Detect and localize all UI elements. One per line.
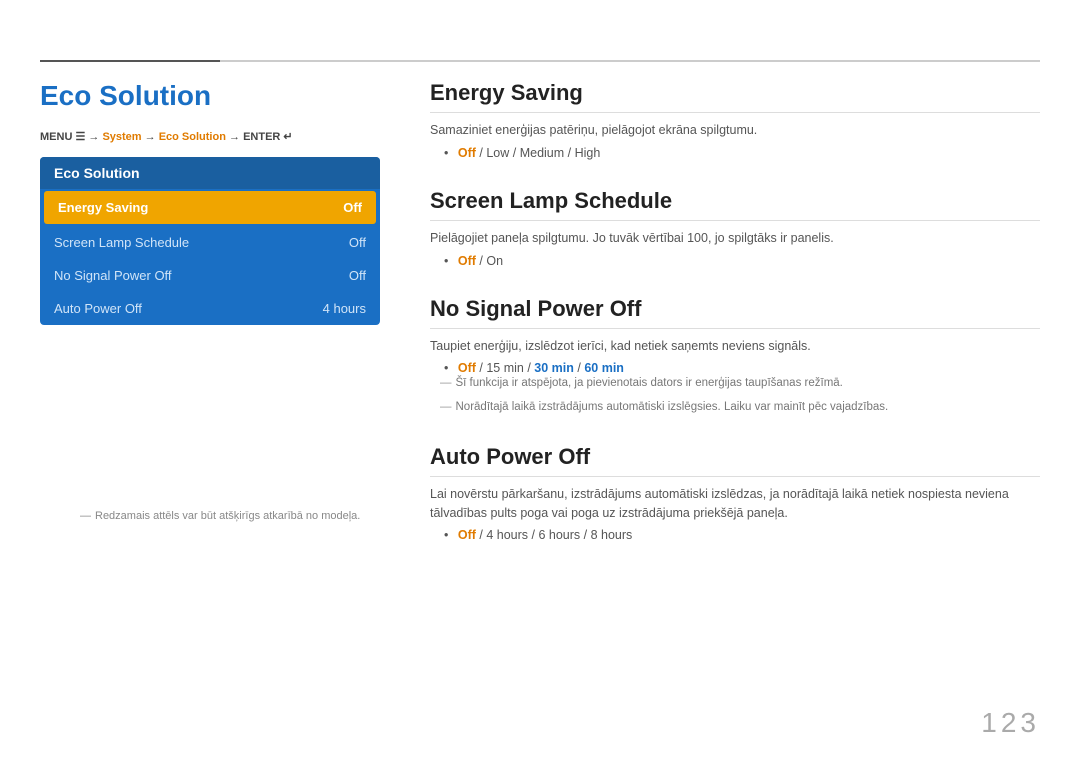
no-signal-title: No Signal Power Off [430, 296, 1040, 329]
energy-saving-desc: Samaziniet enerģijas patēriņu, pielāgojo… [430, 121, 1040, 140]
eco-box-title: Eco Solution [40, 157, 380, 189]
screen-lamp-desc: Pielāgojiet paneļa spilgtumu. Jo tuvāk v… [430, 229, 1040, 248]
eco-item-label-3: Auto Power Off [54, 301, 142, 316]
no-signal-desc: Taupiet enerģiju, izslēdzot ierīci, kad … [430, 337, 1040, 356]
arrow1: → [88, 131, 102, 143]
eco-solution-link: Eco Solution [159, 131, 226, 143]
auto-power-title: Auto Power Off [430, 444, 1040, 477]
right-panel: Energy Saving Samaziniet enerģijas patēr… [430, 80, 1040, 570]
energy-saving-options: Off / Low / Medium / High [430, 146, 1040, 160]
eco-item-value-3: 4 hours [323, 301, 366, 316]
section-no-signal: No Signal Power Off Taupiet enerģiju, iz… [430, 296, 1040, 416]
eco-item-label-2: No Signal Power Off [54, 268, 172, 283]
top-line-accent [40, 60, 220, 62]
opt-off-4: Off [458, 528, 476, 542]
menu-icon: ☰ [75, 131, 88, 143]
energy-saving-title: Energy Saving [430, 80, 1040, 113]
arrow3: → [229, 131, 243, 143]
section-energy-saving: Energy Saving Samaziniet enerģijas patēr… [430, 80, 1040, 160]
screen-lamp-options: Off / On [430, 254, 1040, 268]
enter-icon: ↵ [283, 131, 292, 143]
system-link: System [102, 131, 141, 143]
page-title: Eco Solution [40, 80, 380, 112]
opt-off-1: Off [458, 146, 476, 160]
page-number: 123 [981, 707, 1040, 739]
screen-lamp-title: Screen Lamp Schedule [430, 188, 1040, 221]
menu-path: MENU ☰ → System → Eco Solution → ENTER ↵ [40, 130, 380, 143]
eco-menu-box: Eco Solution Energy Saving Off Screen La… [40, 157, 380, 325]
section-screen-lamp: Screen Lamp Schedule Pielāgojiet paneļa … [430, 188, 1040, 268]
eco-item-value-0: Off [343, 200, 362, 215]
eco-item-screen-lamp[interactable]: Screen Lamp Schedule Off [40, 226, 380, 259]
opt-off-3: Off [458, 361, 476, 375]
enter-label: ENTER [243, 131, 280, 143]
footnote: Redzamais attēls var būt atšķirīgs atkar… [80, 510, 360, 522]
left-panel: Eco Solution MENU ☰ → System → Eco Solut… [40, 80, 380, 325]
no-signal-note2: Norādītajā laikā izstrādājums automātisk… [430, 399, 1040, 416]
eco-item-energy-saving[interactable]: Energy Saving Off [44, 191, 376, 224]
arrow2: → [145, 131, 159, 143]
eco-item-value-2: Off [349, 268, 366, 283]
menu-label: MENU [40, 131, 72, 143]
eco-item-label-0: Energy Saving [58, 200, 148, 215]
eco-item-value-1: Off [349, 235, 366, 250]
auto-power-desc: Lai novērstu pārkaršanu, izstrādājums au… [430, 485, 1040, 523]
auto-power-options: Off / 4 hours / 6 hours / 8 hours [430, 528, 1040, 542]
no-signal-note1: Šī funkcija ir atspējota, ja pievienotai… [430, 375, 1040, 392]
opt-off-2: Off [458, 254, 476, 268]
eco-item-no-signal[interactable]: No Signal Power Off Off [40, 259, 380, 292]
eco-item-auto-power[interactable]: Auto Power Off 4 hours [40, 292, 380, 325]
no-signal-options: Off / 15 min / 30 min / 60 min [430, 361, 1040, 375]
section-auto-power: Auto Power Off Lai novērstu pārkaršanu, … [430, 444, 1040, 543]
eco-item-label-1: Screen Lamp Schedule [54, 235, 189, 250]
